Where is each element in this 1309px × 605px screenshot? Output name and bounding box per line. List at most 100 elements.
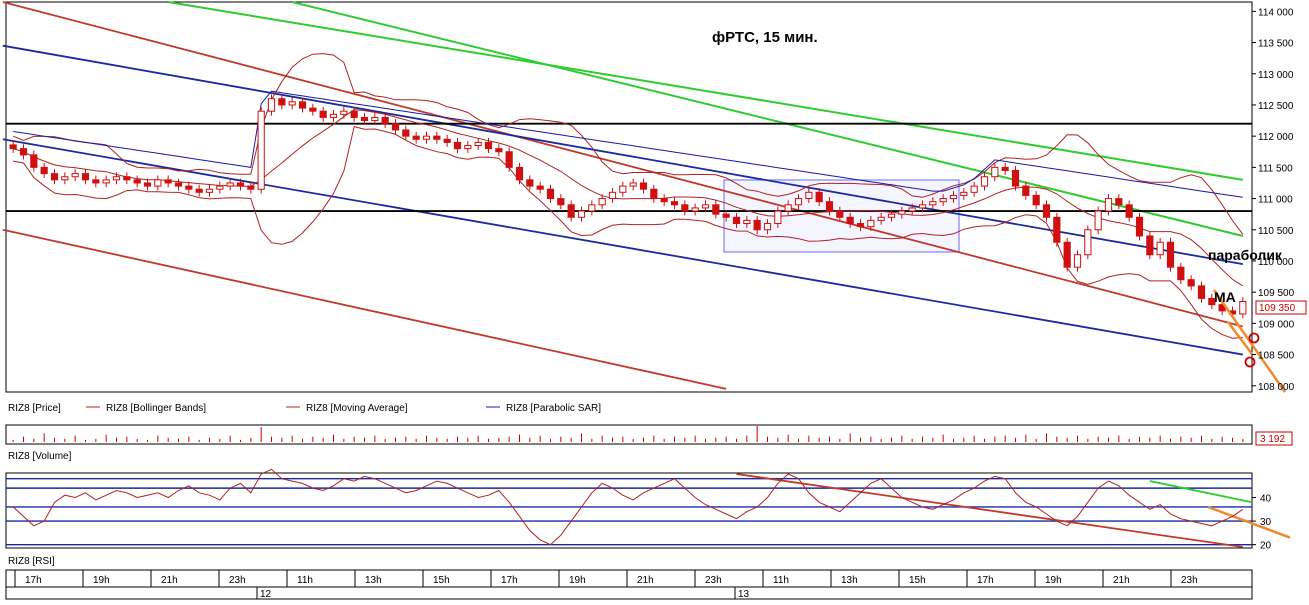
candle-body <box>918 204 927 209</box>
candle-body <box>598 198 606 206</box>
candle-body <box>81 173 90 181</box>
candle-body <box>505 151 513 168</box>
candle-body <box>71 173 79 178</box>
candle-body <box>309 107 317 112</box>
candle-body <box>443 138 451 143</box>
candle-body <box>794 198 803 206</box>
candle-body <box>412 135 420 140</box>
candle-body <box>536 185 544 190</box>
price-y-tick-label: 109 000 <box>1258 319 1295 330</box>
candle-body <box>1094 210 1102 231</box>
date-tick-label: 13 <box>738 589 750 600</box>
current-price-label: 109 350 <box>1259 303 1296 314</box>
candle-body <box>319 110 327 118</box>
candle-body <box>247 185 255 190</box>
chart-title: фРТС, 15 мин. <box>712 29 818 46</box>
time-tick-label: 21h <box>1113 575 1130 586</box>
price-y-tick-label: 111 500 <box>1258 163 1293 174</box>
time-tick-label: 15h <box>909 575 926 586</box>
legend-label: RIZ8 [Parabolic SAR] <box>506 403 601 414</box>
candle-body <box>557 198 565 206</box>
price-y-tick-label: 114 000 <box>1258 7 1294 18</box>
legend-label: RIZ8 [Bollinger Bands] <box>106 403 206 414</box>
volume-current-value: 3 192 <box>1260 434 1285 445</box>
candle-body <box>1063 241 1071 268</box>
candle-body <box>257 110 265 190</box>
time-tick-label: 19h <box>1045 575 1062 586</box>
candle-body <box>753 219 761 231</box>
candle-body <box>1042 204 1051 218</box>
price-y-tick-label: 113 000 <box>1258 70 1294 81</box>
candle-body <box>185 185 193 190</box>
candle-body <box>30 154 38 168</box>
candle-body <box>939 198 947 203</box>
candle-body <box>805 191 813 200</box>
rsi-y-tick-label: 30 <box>1260 517 1272 528</box>
candle-body <box>154 179 162 187</box>
candle-body <box>102 179 110 184</box>
candle-body <box>846 216 854 225</box>
time-tick-label: 21h <box>161 575 178 586</box>
candle-body <box>1197 285 1206 299</box>
candle-body <box>515 166 524 181</box>
rsi-panel-frame <box>5 472 1253 549</box>
candle-body <box>1104 198 1113 212</box>
rsi-y-axis: 40 30 20 <box>1252 494 1272 552</box>
candle-body <box>970 185 978 193</box>
candle-body <box>877 216 885 221</box>
time-tick-label: 17h <box>25 575 42 586</box>
volume-panel: 3 192 RIZ8 [Volume] <box>5 424 1293 462</box>
candle-body <box>898 210 906 215</box>
candle-body <box>815 191 823 203</box>
candle-body <box>236 182 245 187</box>
candle-body <box>1084 229 1092 256</box>
volume-panel-frame <box>5 424 1253 445</box>
candle-body <box>732 216 741 225</box>
current-price-tag: 109 350 <box>1255 300 1307 315</box>
candle-body <box>980 176 989 187</box>
candle-body <box>577 210 586 218</box>
candle-body <box>1032 194 1040 206</box>
time-tick-label: 23h <box>705 575 722 586</box>
candle-body <box>1125 204 1133 218</box>
candle-body <box>567 204 575 218</box>
candle-body <box>784 204 792 212</box>
price-y-tick-label: 108 000 <box>1258 382 1295 393</box>
price-y-tick-label: 110 000 <box>1258 257 1294 268</box>
candle-body <box>464 145 472 150</box>
candle-body <box>1001 166 1009 171</box>
candle-body <box>908 207 916 212</box>
time-tick-label: 13h <box>365 575 382 586</box>
candle-body <box>1022 185 1030 196</box>
candle-body <box>670 201 679 206</box>
candle-body <box>495 148 503 153</box>
candle-body <box>174 182 183 187</box>
candle-body <box>1166 241 1175 268</box>
chart-canvas: фРТС, 15 мин. параболик МА 114 000113 50… <box>2 1 1307 600</box>
price-y-tick-label: 113 500 <box>1258 39 1294 50</box>
time-tick-label: 21h <box>637 575 654 586</box>
candle-body <box>112 176 121 181</box>
candle-body <box>1011 169 1020 187</box>
candle-body <box>19 148 28 156</box>
candle-body <box>133 179 141 184</box>
rsi-panel-label: RIZ8 [RSI] <box>8 556 55 567</box>
candle-body <box>329 113 338 118</box>
candle-body <box>825 201 834 212</box>
time-tick-label: 19h <box>569 575 586 586</box>
price-y-tick-label: 112 500 <box>1258 101 1294 112</box>
candle-body <box>526 179 534 187</box>
price-panel: фРТС, 15 мин. параболик МА 114 000113 50… <box>2 1 1307 393</box>
date-tick-label: 12 <box>260 589 272 600</box>
candle-body <box>143 182 152 187</box>
candle-body <box>991 166 999 178</box>
candle-body <box>381 116 389 125</box>
candle-body <box>40 166 48 175</box>
candle-body <box>701 204 710 209</box>
candle-body <box>298 101 307 109</box>
candle-body <box>887 213 896 218</box>
candle-body <box>371 116 379 122</box>
candle-body <box>1073 254 1082 268</box>
time-tick-label: 19h <box>93 575 110 586</box>
candle-body <box>929 201 937 206</box>
